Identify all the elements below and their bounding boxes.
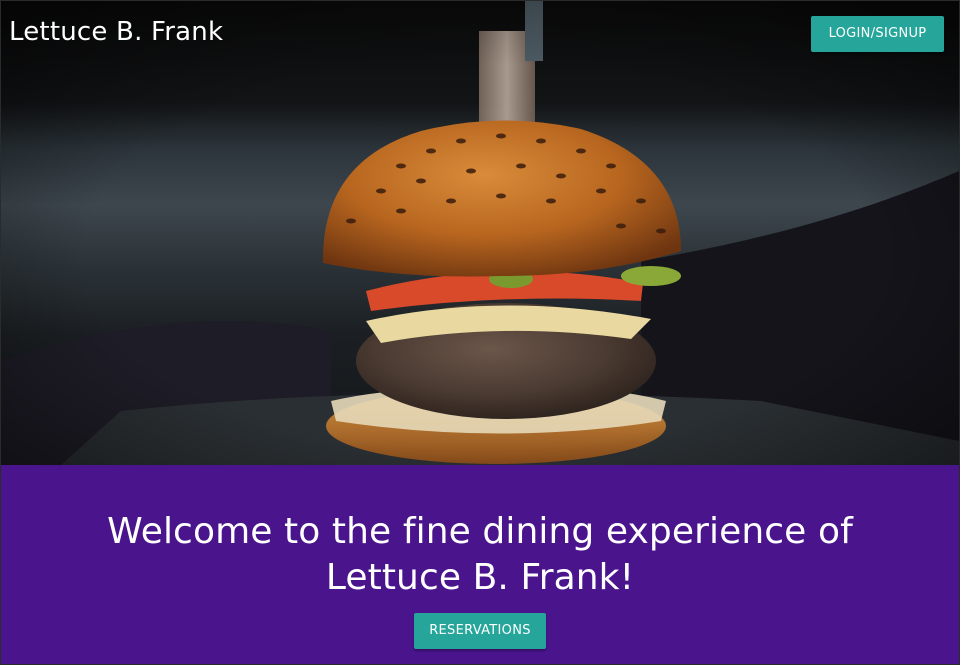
burger-photo: [1, 1, 959, 465]
welcome-heading-line1: Welcome to the fine dining experience of: [107, 511, 853, 552]
reservations-button[interactable]: RESERVATIONS: [414, 613, 546, 649]
welcome-heading: Welcome to the fine dining experience of…: [1, 465, 959, 601]
landing-page: Lettuce B. Frank LOGIN/SIGNUP Welcome to…: [0, 0, 960, 665]
brand-logo-text[interactable]: Lettuce B. Frank: [9, 17, 223, 47]
welcome-section: Welcome to the fine dining experience of…: [1, 465, 959, 664]
login-signup-button[interactable]: LOGIN/SIGNUP: [811, 16, 944, 52]
welcome-heading-line2: Lettuce B. Frank!: [325, 557, 635, 598]
hero-section: Lettuce B. Frank LOGIN/SIGNUP: [1, 1, 959, 465]
